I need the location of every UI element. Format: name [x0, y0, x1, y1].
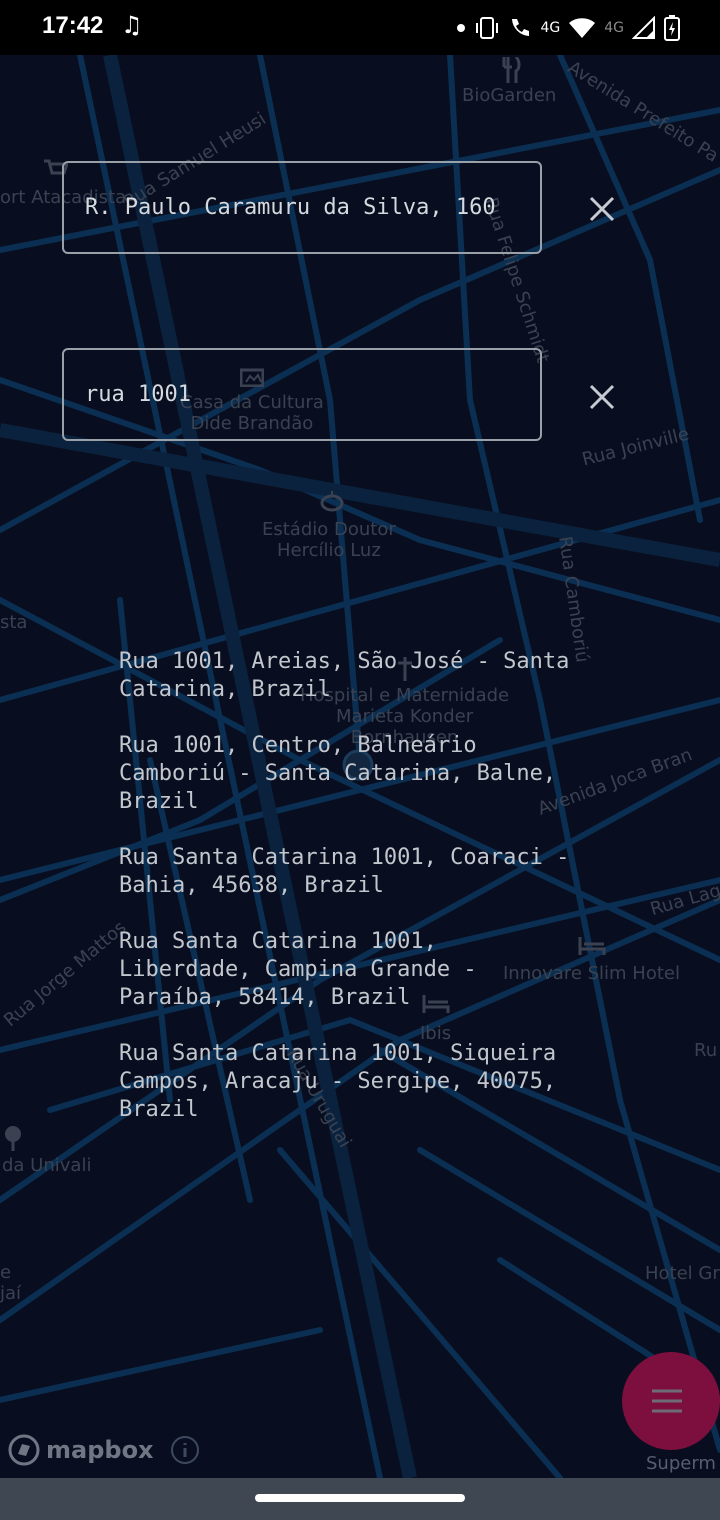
clear-origin-button[interactable] [582, 189, 622, 229]
search-result-item[interactable]: Rua 1001, Areias, São José - Santa Catar… [119, 648, 639, 704]
destination-input[interactable] [83, 381, 540, 408]
origin-input[interactable] [83, 194, 540, 221]
vibrate-icon [476, 17, 499, 39]
navigation-bar [0, 1478, 720, 1520]
menu-fab-button[interactable] [622, 1352, 720, 1450]
status-time: 17:42 [42, 12, 104, 39]
home-indicator[interactable] [255, 1494, 465, 1502]
network-label: 4G [540, 20, 561, 36]
close-icon [589, 384, 615, 410]
destination-field[interactable] [62, 348, 542, 441]
network-label-2: 4G [604, 20, 624, 36]
hamburger-icon [652, 1389, 682, 1413]
search-results-list: Rua 1001, Areias, São José - Santa Catar… [119, 648, 639, 1152]
info-icon[interactable] [170, 1435, 200, 1465]
status-icons: 4G 4G [456, 14, 680, 42]
close-icon [589, 196, 615, 222]
dot-icon [457, 24, 466, 32]
battery-icon [664, 15, 680, 41]
wifi-icon [569, 18, 596, 38]
status-bar: 17:42 ♫ 4G 4G [0, 0, 720, 55]
search-result-item[interactable]: Rua Santa Catarina 1001, Coaraci - Bahia… [119, 844, 639, 900]
signal-icon [632, 16, 655, 39]
call-wifi-icon [512, 19, 530, 36]
origin-field[interactable] [62, 161, 542, 254]
search-result-item[interactable]: Rua Santa Catarina 1001, Siqueira Campos… [119, 1040, 639, 1124]
search-result-item[interactable]: Rua 1001, Centro, Balneário Camboriú - S… [119, 732, 639, 816]
search-result-item[interactable]: Rua Santa Catarina 1001, Liberdade, Camp… [119, 928, 639, 1012]
mapbox-logo-icon [8, 1434, 40, 1466]
mapbox-label: mapbox [46, 1436, 154, 1464]
music-note-icon: ♫ [121, 11, 143, 39]
clear-destination-button[interactable] [582, 377, 622, 417]
mapbox-attribution[interactable]: mapbox [8, 1434, 200, 1466]
